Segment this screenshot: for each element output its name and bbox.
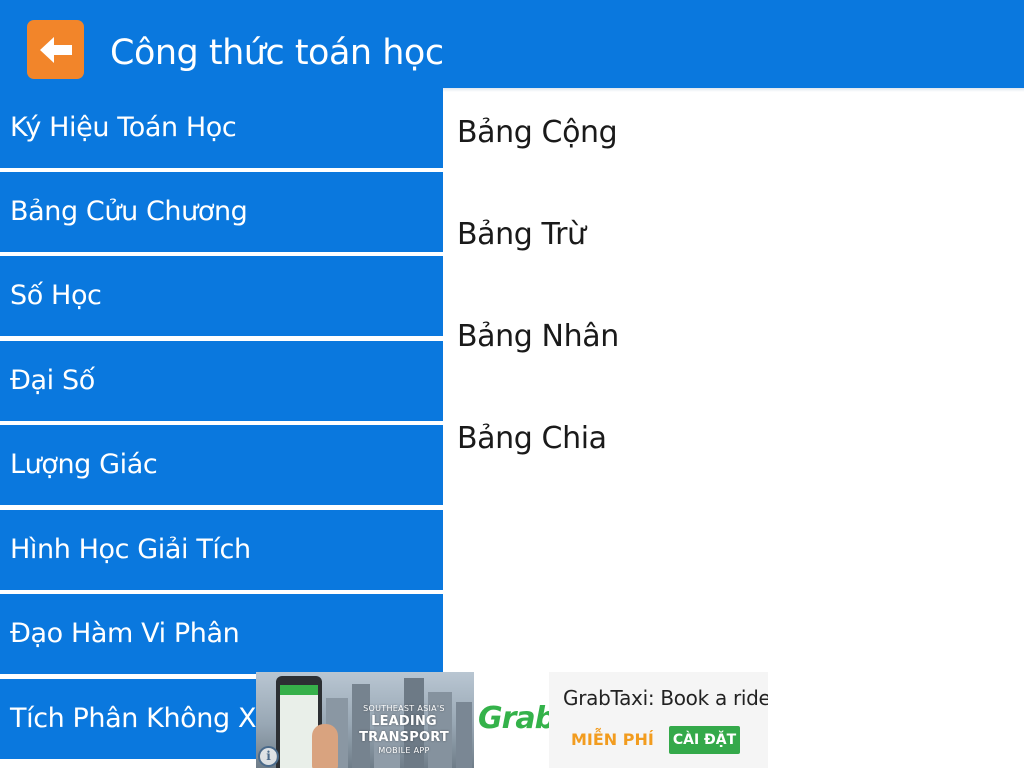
ad-price: MIỄN PHÍ: [571, 730, 654, 749]
ad-tagline-bottom: MOBILE APP: [378, 746, 430, 755]
menu-item-dai-so[interactable]: Đại Số: [0, 341, 443, 421]
phone-app-bar: [280, 685, 318, 695]
arrow-left-icon: [39, 36, 72, 63]
ad-image[interactable]: i SOUTHEAST ASIA'S LEADING TRANSPORT MOB…: [256, 672, 549, 768]
ad-tagline-main: LEADING TRANSPORT: [359, 714, 449, 745]
ad-tagline: SOUTHEAST ASIA'S LEADING TRANSPORT MOBIL…: [334, 704, 474, 756]
category-menu: Ký Hiệu Toán Học Bảng Cửu Chương Số Học …: [0, 88, 443, 768]
page-title: Công thức toán học: [110, 33, 444, 73]
menu-item-ky-hieu-toan-hoc[interactable]: Ký Hiệu Toán Học: [0, 88, 443, 168]
ad-title: GrabTaxi: Book a ride: [563, 686, 768, 710]
menu-item-hinh-hoc-giai-tich[interactable]: Hình Học Giải Tích: [0, 510, 443, 590]
menu-item-luong-giac[interactable]: Lượng Giác: [0, 425, 443, 505]
list-item-bang-tru[interactable]: Bảng Trừ: [457, 215, 586, 255]
ad-banner[interactable]: i SOUTHEAST ASIA'S LEADING TRANSPORT MOB…: [256, 672, 768, 768]
menu-item-bang-cuu-chuong[interactable]: Bảng Cửu Chương: [0, 172, 443, 252]
list-item-bang-chia[interactable]: Bảng Chia: [457, 419, 607, 459]
list-item-bang-cong[interactable]: Bảng Cộng: [457, 113, 618, 153]
info-icon[interactable]: i: [258, 746, 279, 767]
menu-item-dao-ham-vi-phan[interactable]: Đạo Hàm Vi Phân: [0, 594, 443, 674]
back-button[interactable]: [27, 20, 84, 79]
app-header: Công thức toán học: [0, 0, 1024, 88]
list-item-bang-nhan[interactable]: Bảng Nhân: [457, 317, 619, 357]
subtopic-list: Bảng Cộng Bảng Trừ Bảng Nhân Bảng Chia: [444, 92, 1024, 768]
app-screen: Công thức toán học Ký Hiệu Toán Học Bảng…: [0, 0, 1024, 768]
menu-item-so-hoc[interactable]: Số Học: [0, 256, 443, 336]
grab-logo: Grab: [478, 701, 549, 736]
install-button[interactable]: CÀI ĐẶT: [669, 726, 740, 754]
ad-tagline-top: SOUTHEAST ASIA'S: [363, 704, 445, 713]
ad-text-panel[interactable]: GrabTaxi: Book a ride MIỄN PHÍ CÀI ĐẶT: [549, 672, 768, 768]
